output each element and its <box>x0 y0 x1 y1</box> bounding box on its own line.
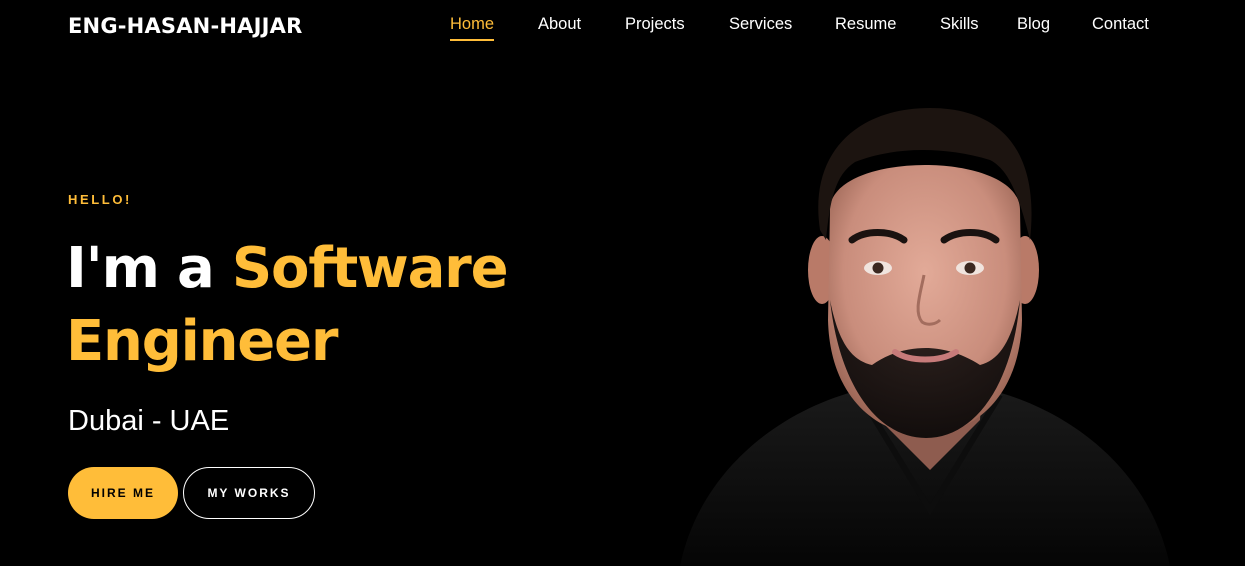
hero-headline: I'm a Software Engineer <box>66 232 626 378</box>
my-works-button[interactable]: MY WORKS <box>183 467 315 519</box>
active-nav-underline <box>450 39 495 41</box>
hero-greeting: HELLO! <box>68 192 132 207</box>
nav-item-blog[interactable]: Blog <box>1017 13 1050 35</box>
hire-me-button[interactable]: HIRE ME <box>68 467 178 519</box>
profile-photo <box>680 108 1170 566</box>
nav-item-label: Home <box>450 15 495 33</box>
nav-item-contact[interactable]: Contact <box>1092 13 1149 35</box>
nav-item-resume[interactable]: Resume <box>835 13 896 35</box>
hero-location: Dubai - UAE <box>68 405 230 437</box>
nav-item-home[interactable]: Home <box>450 13 495 41</box>
nav-item-projects[interactable]: Projects <box>625 13 685 35</box>
main-nav: Home About Projects Services Resume Skil… <box>0 13 1245 41</box>
nav-item-skills[interactable]: Skills <box>940 13 979 35</box>
headline-prefix: I'm a <box>66 236 232 301</box>
page: ENG-HASAN-HAJJAR Home About Projects Ser… <box>0 0 1245 566</box>
nav-item-about[interactable]: About <box>538 13 581 35</box>
nav-item-services[interactable]: Services <box>729 13 792 35</box>
